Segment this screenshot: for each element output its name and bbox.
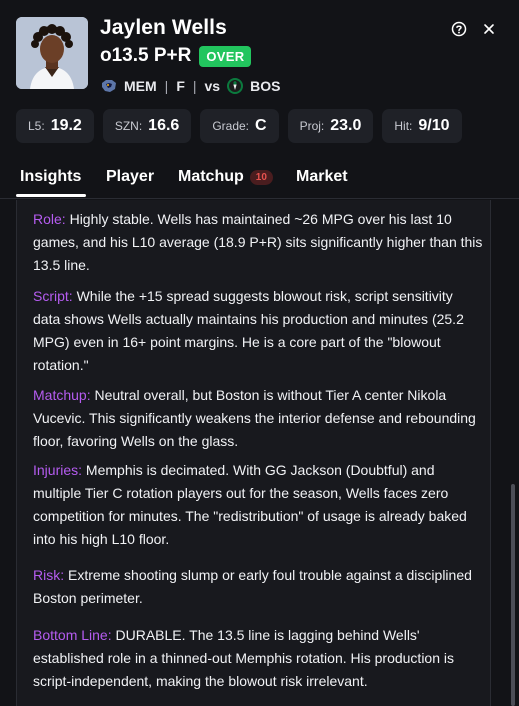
insight-injuries: Injuries: Memphis is decimated. With GG …: [33, 459, 483, 551]
active-tab-indicator: [16, 194, 86, 197]
insight-risk: Risk: Extreme shooting slump or early fo…: [33, 564, 483, 610]
tab-label: Insights: [20, 168, 82, 185]
insight-role: Role: Highly stable. Wells has maintaine…: [33, 208, 483, 277]
insight-label: Bottom Line:: [33, 627, 112, 643]
stat-value: 19.2: [50, 117, 82, 134]
insight-label: Injuries:: [33, 462, 83, 478]
over-badge: OVER: [199, 45, 252, 67]
scrollbar-thumb[interactable]: [511, 484, 515, 706]
insight-bottom-line: Bottom Line: DURABLE. The 13.5 line is l…: [33, 624, 483, 693]
insight-label: Matchup:: [33, 387, 91, 403]
matchup-count-badge: 10: [249, 169, 273, 185]
tab-label: Player: [106, 168, 155, 185]
separator: |: [192, 78, 197, 94]
tab-insights[interactable]: Insights: [20, 168, 81, 186]
stat-label: Grade:: [212, 119, 249, 133]
stat-label: Hit:: [394, 119, 413, 133]
insight-label: Role:: [33, 211, 66, 227]
opponent-abbr: BOS: [250, 78, 281, 94]
stat-hit-rate: Hit: 9/10: [382, 109, 462, 143]
stat-label: SZN:: [114, 119, 143, 133]
tab-label: Matchup: [178, 168, 244, 185]
prop-line: o13.5 P+R: [100, 45, 192, 66]
tab-divider: [0, 198, 519, 199]
insight-text: Extreme shooting slump or early foul tro…: [33, 567, 472, 606]
player-name: Jaylen Wells: [100, 16, 227, 39]
tab-label: Market: [296, 168, 348, 185]
grizzlies-logo-icon: [100, 77, 118, 95]
stat-value: 16.6: [148, 117, 180, 134]
celtics-logo-icon: [226, 77, 244, 95]
separator: |: [164, 78, 169, 94]
insight-text: Highly stable. Wells has maintained ~26 …: [33, 211, 483, 273]
insight-label: Risk:: [33, 567, 65, 583]
stat-season: SZN: 16.6: [102, 109, 192, 143]
stat-label: L5:: [28, 119, 45, 133]
player-position: F: [176, 78, 185, 94]
tab-market[interactable]: Market: [296, 168, 348, 186]
insight-script: Script: While the +15 spread suggests bl…: [33, 285, 483, 377]
stat-grade: Grade: C: [200, 109, 279, 143]
stat-value: C: [255, 117, 267, 134]
vs-label: vs: [204, 78, 221, 94]
tab-matchup[interactable]: Matchup 10: [178, 168, 273, 186]
prop-line-row: o13.5 P+R OVER: [100, 45, 252, 67]
stat-value: 23.0: [330, 117, 362, 134]
player-avatar: [16, 17, 88, 89]
tab-player[interactable]: Player: [106, 168, 154, 186]
tab-bar: Insights Player Matchup 10 Market: [0, 163, 519, 199]
question-circle-icon[interactable]: [450, 20, 468, 38]
team-matchup-row: MEM | F | vs BOS: [100, 77, 280, 95]
insight-text: Neutral overall, but Boston is without T…: [33, 387, 476, 449]
insight-matchup: Matchup: Neutral overall, but Boston is …: [33, 384, 483, 453]
insight-label: Script:: [33, 288, 73, 304]
stat-label: Proj:: [299, 119, 325, 133]
insights-content[interactable]: Role: Highly stable. Wells has maintaine…: [16, 200, 491, 706]
insight-text: Memphis is decimated. With GG Jackson (D…: [33, 462, 467, 547]
stat-l5: L5: 19.2: [16, 109, 94, 143]
prop-detail-panel: Jaylen Wells o13.5 P+R OVER MEM | F | vs…: [0, 0, 519, 706]
stat-projection: Proj: 23.0: [287, 109, 374, 143]
stat-value: 9/10: [418, 117, 450, 134]
stat-pills: L5: 19.2 SZN: 16.6 Grade: C Proj: 23.0 H…: [16, 109, 462, 143]
close-icon[interactable]: [480, 20, 498, 38]
team-abbr: MEM: [124, 78, 157, 94]
insight-text: While the +15 spread suggests blowout ri…: [33, 288, 464, 373]
